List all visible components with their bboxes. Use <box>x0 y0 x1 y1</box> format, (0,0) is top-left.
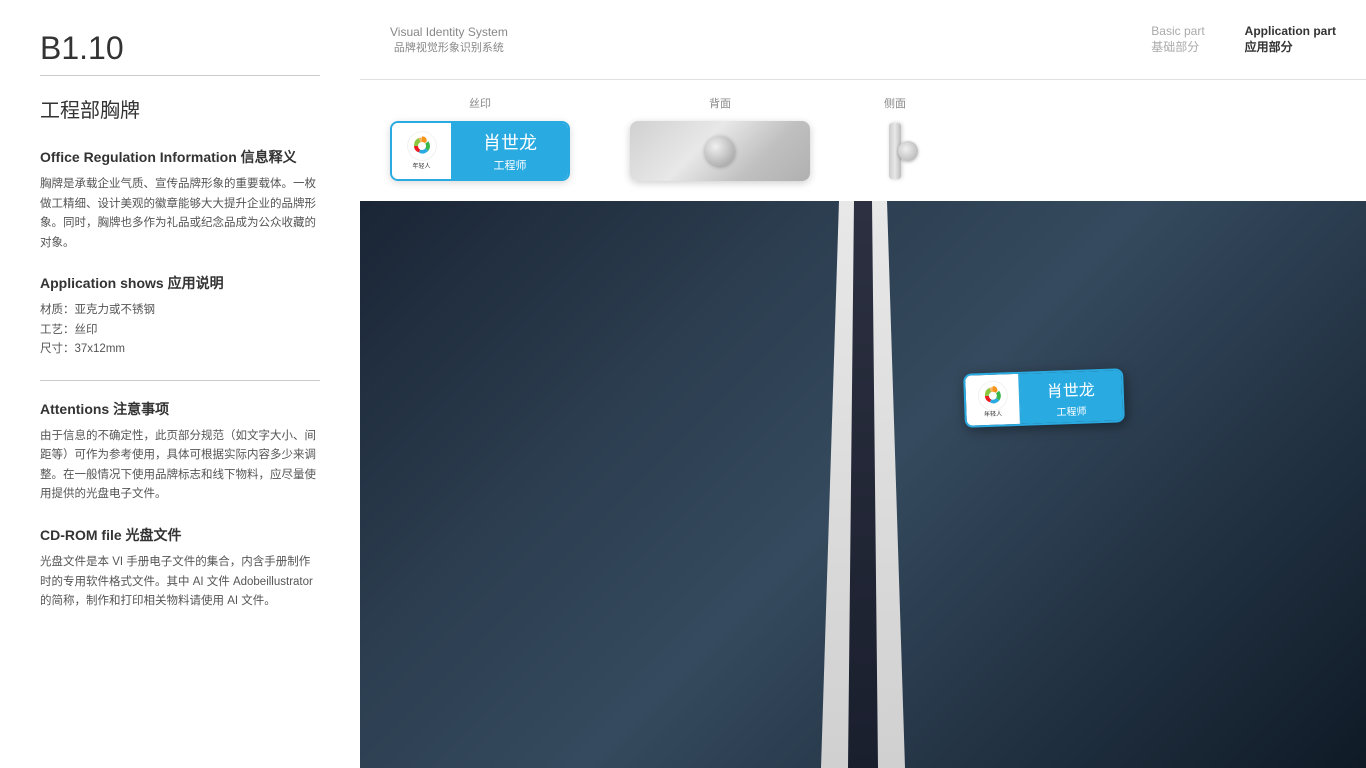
section4-text: 光盘文件是本 VI 手册电子文件的集合，内含手册制作时的专用软件格式文件。其中 … <box>40 553 320 612</box>
suit-brand-logo-icon <box>975 380 1008 413</box>
basic-en: Basic part <box>1151 24 1204 38</box>
section3-title: Attentions 注意事项 <box>40 399 320 419</box>
suit-badge-name: 肖世龙 <box>1046 376 1095 402</box>
vis-en: Visual Identity System <box>390 25 508 39</box>
badge-side-knob <box>898 141 918 161</box>
badge-side-item: 侧面 <box>870 95 920 181</box>
right-panel: Visual Identity System 品牌视觉形象识别系统 Basic … <box>360 0 1366 768</box>
section1-text: 胸牌是承载企业气质、宣传品牌形象的重要载体。一枚做工精细、设计美观的徽章能够大大… <box>40 175 320 253</box>
section4-title: CD-ROM file 光盘文件 <box>40 525 320 545</box>
badge-brand-text: 年轻人 <box>412 164 430 171</box>
suit-badge-title: 工程师 <box>1056 402 1087 418</box>
page-title: 工程部胸牌 <box>40 94 320 123</box>
app-en: Application part <box>1245 24 1336 38</box>
badge-pin <box>705 136 735 166</box>
top-header: Visual Identity System 品牌视觉形象识别系统 Basic … <box>360 0 1366 80</box>
badge-back <box>630 121 810 181</box>
suit-photo: 年轻人 肖世龙 工程师 <box>360 201 1366 768</box>
suit-badge-info: 肖世龙 工程师 <box>1019 370 1123 424</box>
suit-badge-overlay: 年轻人 肖世龙 工程师 <box>963 368 1125 428</box>
side-label: 侧面 <box>884 95 906 111</box>
app-cn: 应用部分 <box>1245 38 1293 55</box>
photo-section: 年轻人 肖世龙 工程师 <box>360 201 1366 768</box>
badge-showcase: 丝印 年轻人 <box>360 80 1366 201</box>
section2-title: Application shows 应用说明 <box>40 273 320 293</box>
nav-application: Application part 应用部分 <box>1245 24 1336 55</box>
left-panel: B1.10 工程部胸牌 Office Regulation Informatio… <box>0 0 360 768</box>
front-label: 丝印 <box>469 95 491 111</box>
badge-front-item: 丝印 年轻人 <box>390 95 570 181</box>
header-nav: Visual Identity System 品牌视觉形象识别系统 Basic … <box>390 24 1336 55</box>
suit-brand-text: 年轻人 <box>984 412 1002 420</box>
divider <box>40 380 320 381</box>
brand-logo-icon <box>406 130 438 162</box>
section2-text: 材质：亚克力或不锈钢 工艺：丝印 尺寸：37x12mm <box>40 301 320 360</box>
page-code: B1.10 <box>40 30 320 76</box>
badge-info-section: 肖世龙 工程师 <box>452 123 568 179</box>
section3-text: 由于信息的不确定性，此页部分规范（如文字大小、间距等）可作为参考使用，具体可根据… <box>40 427 320 505</box>
badge-back-item: 背面 <box>630 95 810 181</box>
section1-title: Office Regulation Information 信息释义 <box>40 147 320 167</box>
basic-cn: 基础部分 <box>1151 38 1199 55</box>
badge-name: 肖世龙 <box>483 129 537 155</box>
nav-right: Basic part 基础部分 Application part 应用部分 <box>1151 24 1336 55</box>
badge-side <box>870 121 920 181</box>
vis-cn: 品牌视觉形象识别系统 <box>394 39 504 55</box>
nav-basic: Basic part 基础部分 <box>1151 24 1204 55</box>
badge-title: 工程师 <box>494 157 527 173</box>
nav-vis-identity: Visual Identity System 品牌视觉形象识别系统 <box>390 25 508 55</box>
suit-badge-logo: 年轻人 <box>965 374 1021 426</box>
badge-front: 年轻人 肖世龙 工程师 <box>390 121 570 181</box>
badge-row: 丝印 年轻人 <box>390 95 1336 181</box>
badge-logo-section: 年轻人 <box>392 123 452 179</box>
back-label: 背面 <box>709 95 731 111</box>
